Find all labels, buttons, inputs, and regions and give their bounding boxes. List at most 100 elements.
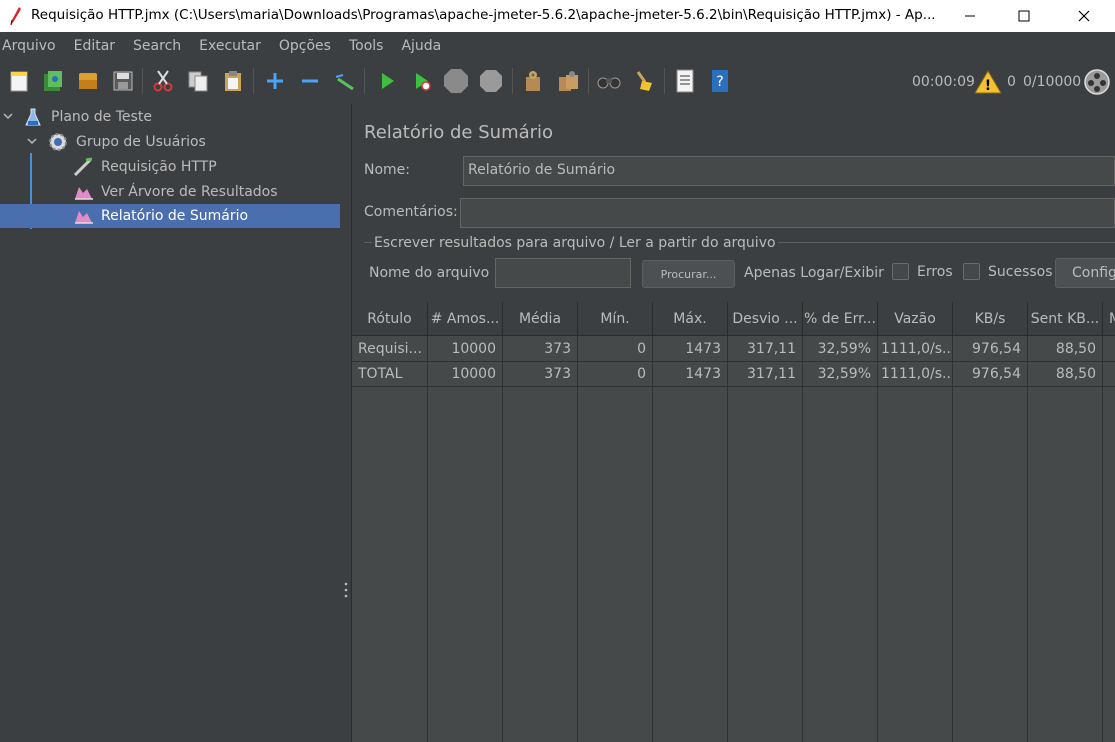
help-button[interactable]: ? xyxy=(705,66,735,96)
menu-ajuda[interactable]: Ajuda xyxy=(401,38,449,54)
clear-button[interactable] xyxy=(518,66,548,96)
templates-button[interactable] xyxy=(38,66,68,96)
cell-max: 1473 xyxy=(685,340,721,357)
start-button[interactable] xyxy=(372,66,402,96)
save-button[interactable] xyxy=(108,66,138,96)
table-header: Rótulo # Amos... Média Mín. Máx. Desvio … xyxy=(352,302,1115,336)
tree-item-label: Requisição HTTP xyxy=(101,159,217,175)
cell-error-pct: 32,59% xyxy=(817,340,871,357)
browse-button[interactable]: Procurar... xyxy=(642,260,735,288)
menu-executar[interactable]: Executar xyxy=(199,38,269,54)
search-icon xyxy=(597,77,621,89)
cell-average: 373 xyxy=(544,365,571,382)
paste-button[interactable] xyxy=(218,66,248,96)
log-display-label: Apenas Logar/Exibir xyxy=(744,265,884,281)
start-no-pauses-button[interactable] xyxy=(407,66,437,96)
toolbar-separator xyxy=(588,68,589,94)
column-header-samples[interactable]: # Amos... xyxy=(428,302,503,336)
tree-item-label: Ver Árvore de Resultados xyxy=(101,184,278,200)
comments-label: Comentários: xyxy=(364,204,458,220)
close-icon xyxy=(1078,10,1090,22)
collapse-all-button[interactable] xyxy=(295,66,325,96)
tree-item-test-plan[interactable]: Plano de Teste xyxy=(0,105,340,129)
toolbar-separator xyxy=(364,68,365,94)
tree-item-label: Relatório de Sumário xyxy=(101,208,249,224)
column-header-std-dev[interactable]: Desvio ... xyxy=(728,302,803,336)
toggle-button[interactable] xyxy=(330,66,360,96)
column-header-error-pct[interactable]: % de Err... xyxy=(803,302,878,336)
split-pane-divider[interactable] xyxy=(340,104,352,742)
chevron-down-icon[interactable] xyxy=(2,110,14,122)
drag-handle-icon[interactable] xyxy=(344,582,348,598)
successes-checkbox[interactable] xyxy=(963,263,980,280)
column-header-average[interactable]: Média xyxy=(503,302,578,336)
cell-samples: 10000 xyxy=(451,340,496,357)
menu-tools[interactable]: Tools xyxy=(349,38,392,54)
thread-status-icon[interactable] xyxy=(1083,68,1111,96)
cell-max: 1473 xyxy=(685,365,721,382)
menu-search[interactable]: Search xyxy=(133,38,189,54)
listener-icon xyxy=(75,211,93,224)
column-header-label[interactable]: Rótulo xyxy=(352,302,428,336)
menu-arquivo[interactable]: Arquivo xyxy=(2,38,64,54)
comments-field[interactable] xyxy=(460,198,1115,228)
collapse-icon xyxy=(302,79,318,83)
cell-std-dev: 317,11 xyxy=(747,365,796,382)
cell-label: TOTAL xyxy=(358,365,403,382)
search-button[interactable] xyxy=(594,66,624,96)
toolbar-separator xyxy=(253,68,254,94)
filename-label: Nome do arquivo xyxy=(369,265,490,281)
column-header-min[interactable]: Mín. xyxy=(578,302,653,336)
minimize-button[interactable] xyxy=(947,0,993,32)
tree-item-summary-report[interactable]: Relatório de Sumário xyxy=(0,204,340,228)
file-section-label: Escrever resultados para arquivo / Ler a… xyxy=(372,235,778,251)
configure-button[interactable]: Configurar xyxy=(1055,258,1115,288)
warning-icon[interactable]: ! xyxy=(974,69,1002,95)
expand-all-button[interactable] xyxy=(260,66,290,96)
toolbar-separator xyxy=(142,68,143,94)
close-button[interactable] xyxy=(1061,0,1107,32)
open-button[interactable] xyxy=(73,66,103,96)
stop-button[interactable] xyxy=(441,66,471,96)
filename-field[interactable] xyxy=(495,258,631,288)
tree-item-label: Plano de Teste xyxy=(51,109,152,125)
tree-item-thread-group[interactable]: Grupo de Usuários xyxy=(0,130,340,154)
test-plan-icon xyxy=(25,108,41,126)
menu-bar: Arquivo Editar Search Executar Opções To… xyxy=(0,32,1115,60)
reset-search-button[interactable] xyxy=(629,66,659,96)
new-button[interactable] xyxy=(4,66,34,96)
jmeter-feather-icon xyxy=(10,7,21,26)
name-field[interactable]: Relatório de Sumário xyxy=(463,156,1115,186)
jmeter-window: Requisição HTTP.jmx (C:\Users\maria\Down… xyxy=(0,0,1115,742)
column-header-received-kb[interactable]: KB/s xyxy=(953,302,1028,336)
column-header-sent-kb[interactable]: Sent KB... xyxy=(1028,302,1103,336)
shutdown-button[interactable] xyxy=(476,66,506,96)
summary-report-panel: Relatório de Sumário Nome: Relatório de … xyxy=(352,104,1115,742)
shutdown-icon xyxy=(480,70,502,92)
menu-opcoes[interactable]: Opções xyxy=(279,38,339,54)
function-helper-button[interactable] xyxy=(670,66,700,96)
clear-all-button[interactable] xyxy=(553,66,583,96)
window-title: Requisição HTTP.jmx (C:\Users\maria\Down… xyxy=(31,7,936,23)
tree-item-http-request[interactable]: Requisição HTTP xyxy=(0,155,340,179)
clear-icon xyxy=(526,71,540,91)
menu-editar[interactable]: Editar xyxy=(74,38,123,54)
cut-button[interactable] xyxy=(148,66,178,96)
http-sampler-icon xyxy=(73,157,93,177)
tree-item-view-results-tree[interactable]: Ver Árvore de Resultados xyxy=(0,180,340,204)
toolbar-separator xyxy=(512,68,513,94)
cell-sent-kb: 88,50 xyxy=(1055,340,1096,357)
maximize-button[interactable] xyxy=(1001,0,1047,32)
column-header-avg-bytes[interactable]: M xyxy=(1103,302,1115,336)
errors-label: Erros xyxy=(917,264,953,280)
function-helper-icon xyxy=(676,69,694,93)
column-header-max[interactable]: Máx. xyxy=(653,302,728,336)
column-header-throughput[interactable]: Vazão xyxy=(878,302,953,336)
cell-throughput: 1111,0/s... xyxy=(881,340,952,357)
templates-icon xyxy=(44,71,62,91)
copy-icon xyxy=(188,71,208,92)
copy-button[interactable] xyxy=(183,66,213,96)
chevron-down-icon[interactable] xyxy=(26,135,38,147)
errors-checkbox[interactable] xyxy=(892,263,909,280)
name-label: Nome: xyxy=(364,162,411,178)
